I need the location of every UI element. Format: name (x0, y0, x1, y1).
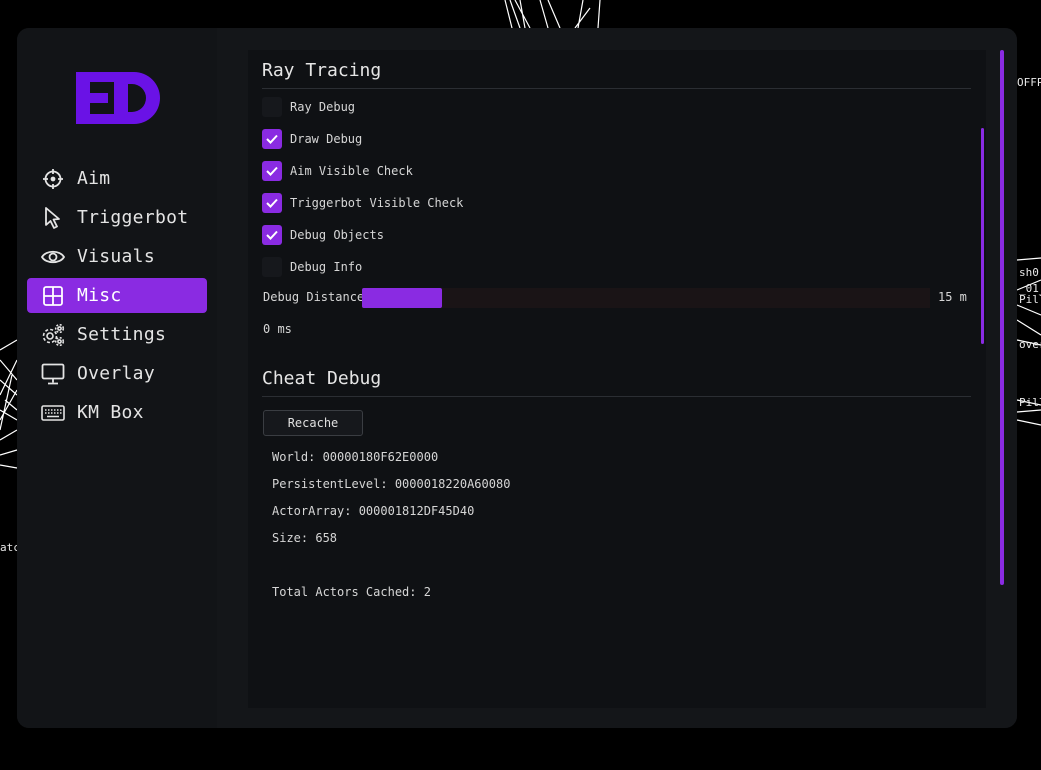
total-actors-cached: Total Actors Cached: 2 (272, 585, 431, 599)
debug-objects-checkbox[interactable]: Debug Objects (262, 224, 384, 246)
bg-label: sh0 (1019, 266, 1039, 279)
monitor-icon (41, 362, 65, 386)
cheat-debug-title: Cheat Debug (262, 368, 382, 389)
grid-icon (41, 284, 65, 308)
checkbox-box (262, 97, 282, 117)
checkbox-label: Debug Objects (290, 228, 384, 242)
cursor-icon (41, 206, 65, 230)
checkmark-icon (262, 161, 282, 181)
sidebar-item-aim[interactable]: Aim (27, 161, 207, 196)
sidebar-item-settings[interactable]: Settings (27, 317, 207, 352)
sidebar-item-label: KM Box (77, 402, 144, 423)
sidebar-nav: Aim Triggerbot Visuals Misc Settings Ove… (27, 161, 207, 434)
checkbox-label: Ray Debug (290, 100, 356, 114)
recache-button[interactable]: Recache (263, 410, 363, 436)
checkbox-label: Debug Info (290, 260, 363, 274)
crosshair-icon (41, 167, 65, 191)
settings-panel: Ray Tracing Ray Debug Draw Debug Aim Vis… (248, 50, 986, 708)
bg-label: over (1019, 338, 1041, 351)
sidebar-item-km-box[interactable]: KM Box (27, 395, 207, 430)
ed-logo (76, 72, 160, 124)
checkmark-icon (262, 129, 282, 149)
sidebar-item-label: Overlay (77, 363, 155, 384)
sidebar-item-triggerbot[interactable]: Triggerbot (27, 200, 207, 235)
debug-info-checkbox[interactable]: Debug Info (262, 256, 362, 278)
debug-distance-value: 15 m (938, 290, 967, 304)
ray-tracing-title: Ray Tracing (262, 60, 382, 81)
checkbox-label: Aim Visible Check (290, 164, 413, 178)
content-area: Ray Tracing Ray Debug Draw Debug Aim Vis… (217, 28, 1017, 728)
persistent-level-address: PersistentLevel: 0000018220A60080 (272, 477, 511, 491)
sidebar-item-label: Misc (77, 285, 122, 306)
triggerbot-visible-check-checkbox[interactable]: Triggerbot Visible Check (262, 192, 463, 214)
section-divider (262, 396, 971, 397)
sidebar-item-label: Visuals (77, 246, 155, 267)
content-scrollbar[interactable] (1000, 50, 1004, 585)
bg-label: OFFPillar (1017, 76, 1041, 89)
actor-size: Size: 658 (272, 531, 338, 545)
section-divider (262, 88, 971, 89)
sidebar-item-label: Settings (77, 324, 167, 345)
world-address: World: 00000180F62E0000 (272, 450, 439, 464)
bg-label: Pilla (1019, 396, 1041, 409)
keyboard-icon (41, 401, 65, 425)
section-scrollbar[interactable] (981, 128, 984, 344)
checkmark-icon (262, 193, 282, 213)
aim-visible-check-checkbox[interactable]: Aim Visible Check (262, 160, 413, 182)
checkbox-label: Draw Debug (290, 132, 363, 146)
slider-grab[interactable] (362, 288, 442, 308)
sidebar-item-label: Triggerbot (77, 207, 189, 228)
bg-label: Pilla (1019, 293, 1041, 306)
debug-distance-label: Debug Distance (263, 290, 365, 304)
sidebar: Aim Triggerbot Visuals Misc Settings Ove… (17, 28, 217, 728)
sidebar-item-misc[interactable]: Misc (27, 278, 207, 313)
checkmark-icon (262, 225, 282, 245)
cheat-menu-window: Aim Triggerbot Visuals Misc Settings Ove… (17, 28, 1017, 728)
sidebar-item-visuals[interactable]: Visuals (27, 239, 207, 274)
gears-icon (41, 323, 65, 347)
debug-distance-slider[interactable] (362, 288, 930, 308)
checkbox-label: Triggerbot Visible Check (290, 196, 464, 210)
draw-debug-checkbox[interactable]: Draw Debug (262, 128, 362, 150)
sidebar-item-label: Aim (77, 168, 111, 189)
eye-icon (41, 245, 65, 269)
ray-debug-checkbox[interactable]: Ray Debug (262, 96, 355, 118)
timing-readout: 0 ms (263, 322, 292, 336)
actor-array-address: ActorArray: 000001812DF45D40 (272, 504, 475, 518)
sidebar-item-overlay[interactable]: Overlay (27, 356, 207, 391)
checkbox-box (262, 257, 282, 277)
